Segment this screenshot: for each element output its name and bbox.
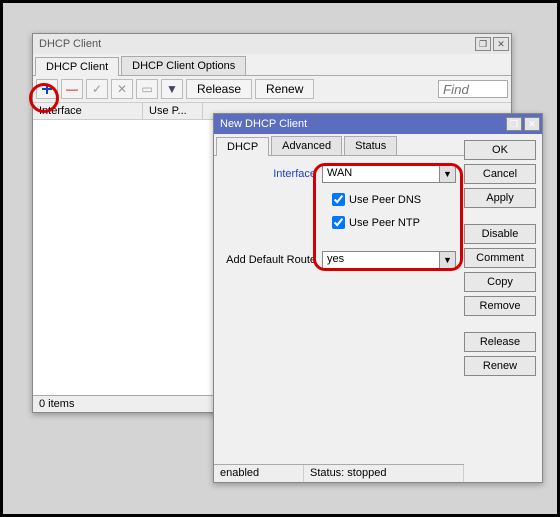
new-dhcp-client-dialog: New DHCP Client ❐ ✕ DHCP Advanced Status… bbox=[213, 113, 543, 483]
dialog-title: New DHCP Client bbox=[216, 118, 506, 130]
dialog-statusbar: enabled Status: stopped bbox=[214, 464, 464, 482]
tab-status[interactable]: Status bbox=[344, 136, 397, 155]
tab-advanced[interactable]: Advanced bbox=[271, 136, 342, 155]
main-tabs: DHCP Client DHCP Client Options bbox=[33, 54, 511, 76]
remove-button[interactable]: — bbox=[61, 79, 83, 99]
tab-dhcp[interactable]: DHCP bbox=[216, 137, 269, 156]
add-default-route-combo[interactable]: yes ▼ bbox=[322, 251, 456, 269]
release-button[interactable]: Release bbox=[464, 332, 536, 352]
disable-button[interactable]: ✕ bbox=[111, 79, 133, 99]
interface-combo[interactable]: WAN ▼ bbox=[322, 165, 456, 183]
status-running: Status: stopped bbox=[304, 465, 464, 482]
close-icon[interactable]: ✕ bbox=[493, 37, 509, 51]
use-peer-dns-checkbox[interactable] bbox=[332, 193, 345, 206]
status-enabled: enabled bbox=[214, 465, 304, 482]
col-use-p[interactable]: Use P... bbox=[143, 103, 203, 119]
dialog-titlebar: New DHCP Client ❐ ✕ bbox=[214, 114, 542, 134]
disable-button[interactable]: Disable bbox=[464, 224, 536, 244]
comment-button[interactable]: Comment bbox=[464, 248, 536, 268]
tab-dhcp-client-options[interactable]: DHCP Client Options bbox=[121, 56, 246, 75]
chevron-down-icon[interactable]: ▼ bbox=[439, 166, 455, 182]
copy-button[interactable]: Copy bbox=[464, 272, 536, 292]
main-titlebar: DHCP Client ❐ ✕ bbox=[33, 34, 511, 54]
close-icon[interactable]: ✕ bbox=[524, 117, 540, 131]
find-input[interactable] bbox=[438, 80, 508, 98]
interface-label: Interface bbox=[222, 168, 322, 180]
filter-icon[interactable]: ▼ bbox=[161, 79, 183, 99]
ok-button[interactable]: OK bbox=[464, 140, 536, 160]
use-peer-dns-label: Use Peer DNS bbox=[349, 194, 421, 206]
comment-button[interactable]: ▭ bbox=[136, 79, 158, 99]
dialog-tabs: DHCP Advanced Status bbox=[214, 134, 464, 156]
remove-button[interactable]: Remove bbox=[464, 296, 536, 316]
interface-value: WAN bbox=[323, 166, 439, 182]
chevron-down-icon[interactable]: ▼ bbox=[439, 252, 455, 268]
apply-button[interactable]: Apply bbox=[464, 188, 536, 208]
col-interface[interactable]: Interface bbox=[33, 103, 143, 119]
dialog-button-column: OK Cancel Apply Disable Comment Copy Rem… bbox=[464, 134, 542, 482]
renew-button[interactable]: Renew bbox=[464, 356, 536, 376]
add-button[interactable] bbox=[36, 79, 58, 99]
cancel-button[interactable]: Cancel bbox=[464, 164, 536, 184]
use-peer-ntp-label: Use Peer NTP bbox=[349, 217, 420, 229]
renew-button[interactable]: Renew bbox=[255, 79, 314, 99]
main-toolbar: — ✓ ✕ ▭ ▼ Release Renew bbox=[33, 76, 511, 103]
add-default-route-value: yes bbox=[323, 252, 439, 268]
tab-dhcp-client[interactable]: DHCP Client bbox=[35, 57, 119, 76]
restore-icon[interactable]: ❐ bbox=[506, 117, 522, 131]
release-button[interactable]: Release bbox=[186, 79, 252, 99]
restore-icon[interactable]: ❐ bbox=[475, 37, 491, 51]
main-window-title: DHCP Client bbox=[35, 38, 475, 50]
use-peer-ntp-checkbox[interactable] bbox=[332, 216, 345, 229]
enable-button[interactable]: ✓ bbox=[86, 79, 108, 99]
dialog-content: Interface WAN ▼ Use Peer DNS Use Peer NT… bbox=[214, 156, 464, 464]
add-default-route-label: Add Default Route bbox=[222, 254, 322, 266]
